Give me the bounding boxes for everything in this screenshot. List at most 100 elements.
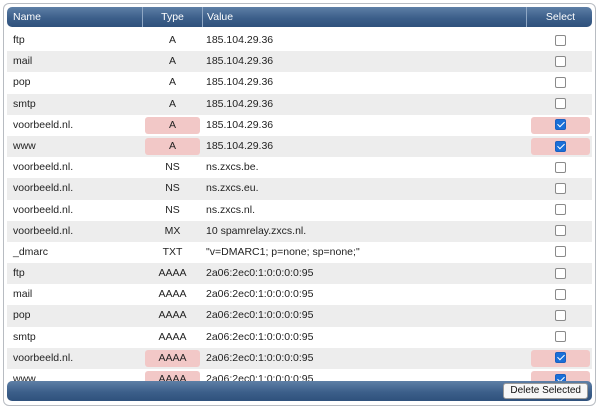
record-value: 185.104.29.36 — [206, 55, 274, 68]
select-checkbox[interactable] — [554, 34, 566, 46]
delete-selected-button[interactable]: Delete Selected — [503, 383, 588, 399]
select-cell — [529, 305, 592, 326]
select-checkbox[interactable] — [554, 204, 566, 216]
record-type-cell: TXT — [143, 242, 202, 263]
table-row: voorbeeld.nl. A 185.104.29.36 — [7, 115, 592, 136]
select-checkbox[interactable] — [554, 182, 566, 194]
record-type-cell: NS — [143, 157, 202, 178]
table-row: voorbeeld.nl. NS ns.zxcs.eu. — [7, 178, 592, 200]
select-cell — [529, 242, 592, 263]
record-type: AAAA — [158, 351, 187, 364]
select-checkbox[interactable] — [554, 98, 566, 110]
record-name: mail — [13, 55, 33, 68]
select-checkbox[interactable] — [554, 119, 566, 131]
record-type-cell: NS — [143, 200, 202, 221]
record-name: voorbeeld.nl. — [13, 224, 74, 237]
record-type: A — [168, 139, 176, 152]
record-value: "v=DMARC1; p=none; sp=none;" — [206, 245, 360, 258]
dns-records-table-body: ftp A 185.104.29.36 mail A 185.104.29.36 pop A 1… — [7, 30, 592, 390]
table-header: Name Type Value Select — [7, 7, 592, 27]
select-checkbox[interactable] — [554, 310, 566, 322]
select-checkbox[interactable] — [554, 55, 566, 67]
record-type: AAAA — [158, 309, 187, 322]
record-type-cell: AAAA — [143, 327, 202, 348]
dns-records-panel: Name Type Value Select ftp A 185.104.29.36… — [3, 3, 596, 406]
record-type: NS — [165, 182, 180, 195]
record-type: AAAA — [158, 267, 187, 280]
record-value: 185.104.29.36 — [206, 139, 274, 152]
column-header-value: Value — [203, 7, 527, 27]
record-name: _dmarc — [13, 245, 49, 258]
record-type: A — [168, 76, 176, 89]
record-type: NS — [165, 161, 180, 174]
select-cell — [529, 200, 592, 221]
record-type-cell: MX — [143, 221, 202, 242]
record-type-cell: AAAA — [143, 305, 202, 326]
select-checkbox[interactable] — [554, 352, 566, 364]
table-row: mail A 185.104.29.36 — [7, 51, 592, 73]
column-header-select: Select — [545, 11, 576, 23]
column-header-name: Name — [7, 7, 143, 27]
select-cell — [529, 327, 592, 348]
record-value: 2a06:2ec0:1:0:0:0:0:95 — [206, 267, 314, 280]
select-cell — [529, 178, 592, 199]
table-row: smtp A 185.104.29.36 — [7, 93, 592, 115]
record-type-cell: AAAA — [143, 263, 202, 284]
record-value: ns.zxcs.eu. — [206, 182, 259, 195]
select-checkbox[interactable] — [554, 140, 566, 152]
select-cell — [529, 94, 592, 115]
table-row: voorbeeld.nl. NS ns.zxcs.be. — [7, 157, 592, 178]
select-checkbox[interactable] — [554, 76, 566, 88]
record-name: ftp — [13, 34, 25, 46]
select-checkbox[interactable] — [554, 331, 566, 343]
record-value: ns.zxcs.be. — [206, 161, 259, 174]
record-value: 185.104.29.36 — [206, 118, 274, 131]
select-cell — [529, 221, 592, 242]
select-cell — [529, 263, 592, 284]
record-type-cell: AAAA — [143, 348, 202, 369]
table-row: ftp A 185.104.29.36 — [7, 30, 592, 51]
record-value: 2a06:2ec0:1:0:0:0:0:95 — [206, 288, 314, 301]
select-cell — [529, 136, 592, 157]
select-checkbox[interactable] — [554, 161, 566, 173]
select-cell — [529, 348, 592, 369]
select-checkbox[interactable] — [554, 225, 566, 237]
record-value: 185.104.29.36 — [206, 76, 274, 89]
record-type-cell: A — [143, 51, 202, 72]
select-cell — [529, 115, 592, 136]
record-value: 185.104.29.36 — [206, 97, 274, 110]
select-checkbox[interactable] — [554, 288, 566, 300]
record-name: mail — [13, 288, 33, 301]
record-type: AAAA — [158, 330, 187, 343]
table-row: ftp AAAA 2a06:2ec0:1:0:0:0:0:95 — [7, 263, 592, 285]
table-row: _dmarc TXT "v=DMARC1; p=none; sp=none;" — [7, 242, 592, 263]
record-value: 185.104.29.36 — [206, 34, 274, 46]
record-name: pop — [13, 76, 31, 89]
table-row: voorbeeld.nl. NS ns.zxcs.nl. — [7, 200, 592, 221]
record-value: 2a06:2ec0:1:0:0:0:0:95 — [206, 351, 314, 364]
record-value: ns.zxcs.nl. — [206, 203, 256, 216]
record-name: voorbeeld.nl. — [13, 203, 74, 216]
record-name: voorbeeld.nl. — [13, 351, 74, 364]
record-type-cell: A — [143, 136, 202, 157]
record-name: voorbeeld.nl. — [13, 182, 74, 195]
record-type: A — [168, 118, 176, 131]
record-name: pop — [13, 309, 31, 322]
select-cell — [529, 51, 592, 72]
select-checkbox[interactable] — [554, 267, 566, 279]
select-checkbox[interactable] — [554, 246, 566, 258]
table-row: pop AAAA 2a06:2ec0:1:0:0:0:0:95 — [7, 305, 592, 327]
table-row: www A 185.104.29.36 — [7, 135, 592, 158]
select-cell — [529, 30, 592, 51]
record-type: NS — [165, 203, 180, 216]
record-value: 10 spamrelay.zxcs.nl. — [206, 224, 307, 237]
record-name: voorbeeld.nl. — [13, 118, 74, 131]
record-type: A — [168, 34, 176, 46]
select-cell — [529, 157, 592, 178]
table-row: voorbeeld.nl. AAAA 2a06:2ec0:1:0:0:0:0:95 — [7, 347, 592, 369]
record-type-cell: A — [143, 30, 202, 51]
select-cell — [529, 72, 592, 93]
record-type-cell: A — [143, 72, 202, 93]
record-name: smtp — [13, 97, 36, 110]
record-name: smtp — [13, 330, 36, 343]
